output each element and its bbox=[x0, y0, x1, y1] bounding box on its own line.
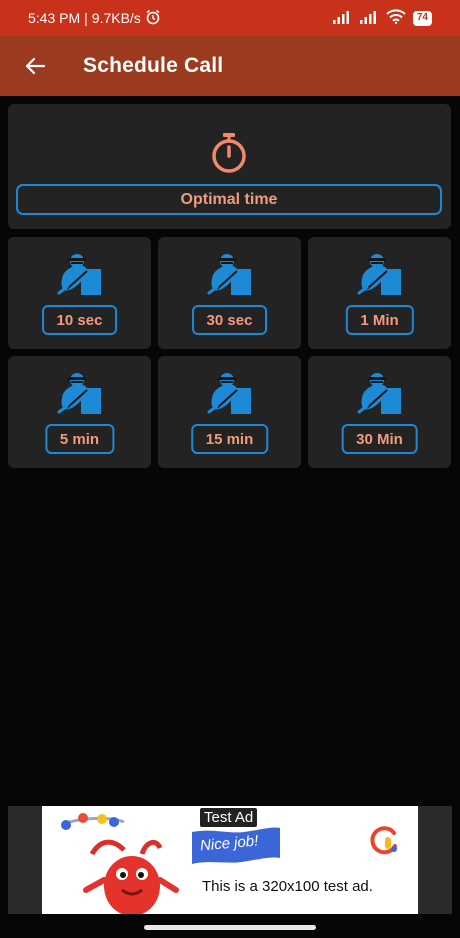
status-net-speed: 9.7KB/s bbox=[91, 10, 141, 26]
status-bar: 5:43 PM | 9.7KB/s 74 bbox=[0, 0, 460, 36]
monster-illustration-icon bbox=[52, 810, 192, 914]
nice-job-flag: Nice job! bbox=[190, 826, 282, 866]
timer-label: 10 sec bbox=[41, 305, 118, 335]
stopwatch-icon bbox=[208, 132, 250, 174]
signal-icon bbox=[332, 10, 352, 27]
timer-tile-5-min[interactable]: 5 min bbox=[8, 356, 151, 468]
status-left: 5:43 PM | 9.7KB/s bbox=[28, 9, 161, 28]
app-bar: Schedule Call bbox=[0, 36, 460, 96]
test-ad-banner[interactable]: Test Ad Nice job! This is a 320x100 test… bbox=[42, 806, 418, 914]
test-ad-badge: Test Ad bbox=[200, 808, 258, 827]
gesture-nav-bar[interactable] bbox=[144, 925, 316, 930]
timer-label: 30 Min bbox=[341, 424, 418, 454]
timer-tile-10-sec[interactable]: 10 sec bbox=[8, 237, 151, 349]
status-time: 5:43 PM bbox=[28, 10, 81, 26]
signal-icon-2 bbox=[359, 10, 379, 27]
status-separator: | bbox=[84, 10, 88, 26]
alarm-icon bbox=[145, 9, 161, 28]
arrow-left-icon[interactable] bbox=[20, 51, 50, 81]
timer-tile-1-min[interactable]: 1 Min bbox=[308, 237, 451, 349]
caller-figure-icon bbox=[57, 253, 103, 297]
timer-tile-15-min[interactable]: 15 min bbox=[158, 356, 301, 468]
timer-label: 1 Min bbox=[345, 305, 414, 335]
caller-figure-icon bbox=[57, 372, 103, 416]
wifi-icon bbox=[386, 9, 406, 27]
timer-label: 30 sec bbox=[191, 305, 268, 335]
timer-label: 15 min bbox=[190, 424, 269, 454]
timer-tile-30-sec[interactable]: 30 sec bbox=[158, 237, 301, 349]
timer-tile-30-min[interactable]: 30 Min bbox=[308, 356, 451, 468]
optimal-time-card: Optimal time bbox=[8, 104, 451, 229]
google-ads-logo-icon bbox=[368, 824, 400, 856]
status-right: 74 bbox=[332, 9, 432, 27]
caller-figure-icon bbox=[207, 253, 253, 297]
ad-container: Test Ad Nice job! This is a 320x100 test… bbox=[0, 806, 460, 938]
caller-figure-icon bbox=[357, 372, 403, 416]
timer-label: 5 min bbox=[44, 424, 115, 454]
main-content: Optimal time 10 sec 30 sec 1 Min 5 min 1… bbox=[0, 96, 460, 806]
caller-figure-icon bbox=[357, 253, 403, 297]
optimal-time-button[interactable]: Optimal time bbox=[16, 184, 442, 215]
page-title: Schedule Call bbox=[83, 54, 224, 77]
battery-icon: 74 bbox=[412, 10, 432, 26]
ad-body-text: This is a 320x100 test ad. bbox=[202, 878, 373, 895]
caller-figure-icon bbox=[207, 372, 253, 416]
